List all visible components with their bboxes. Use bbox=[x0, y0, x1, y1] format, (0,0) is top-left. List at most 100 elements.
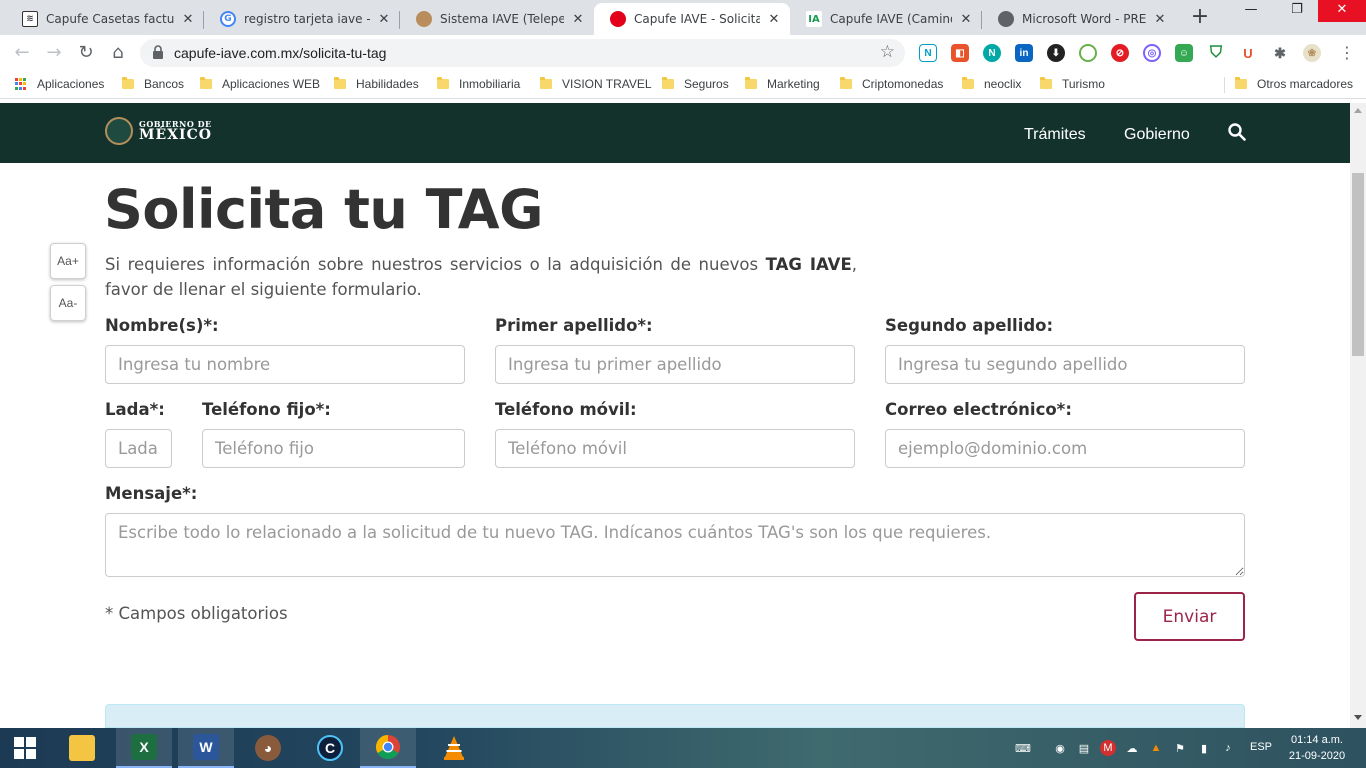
taskbar-gimp[interactable]: ◕ bbox=[240, 728, 296, 768]
scroll-down-arrow[interactable] bbox=[1354, 715, 1362, 720]
language-indicator[interactable]: ESP bbox=[1250, 741, 1272, 753]
linkedin-extension-icon[interactable]: in bbox=[1015, 44, 1033, 62]
word-icon: W bbox=[193, 734, 219, 760]
antivirus-icon[interactable]: M bbox=[1100, 740, 1116, 756]
close-tab-icon[interactable]: ✕ bbox=[958, 12, 974, 27]
close-window-button[interactable]: ✕ bbox=[1318, 0, 1366, 22]
seal-icon bbox=[105, 117, 133, 145]
telefono-fijo-input[interactable] bbox=[202, 429, 465, 468]
lada-input[interactable] bbox=[105, 429, 172, 468]
browser-tab-2[interactable]: Sistema IAVE (Telepeaje) ✕ bbox=[400, 3, 594, 35]
bookmark-folder-vision-travel[interactable]: VISION TRAVEL bbox=[540, 77, 652, 91]
taskbar-ccleaner[interactable]: C bbox=[302, 728, 358, 768]
nav-tramites[interactable]: Trámites bbox=[1024, 126, 1086, 144]
u-extension-icon[interactable]: U bbox=[1239, 44, 1257, 62]
system-clock[interactable]: 01:14 a.m. 21-09-2020 bbox=[1282, 732, 1352, 764]
google-icon: G bbox=[220, 11, 236, 27]
browser-tab-5[interactable]: Microsoft Word - PREGU ✕ bbox=[982, 3, 1176, 35]
font-decrease-button[interactable]: Aa- bbox=[50, 285, 86, 321]
bookmark-star-icon[interactable]: ☆ bbox=[880, 42, 895, 62]
browser-tab-0[interactable]: ≋ Capufe Casetas factur ✕ bbox=[6, 3, 204, 35]
close-tab-icon[interactable]: ✕ bbox=[570, 12, 586, 27]
tray-app-icon[interactable]: ◉ bbox=[1052, 740, 1068, 756]
tab-title: Capufe IAVE (Caminos y bbox=[830, 12, 952, 26]
volume-icon[interactable]: ♪ bbox=[1220, 740, 1236, 756]
extension-icon[interactable]: ◧ bbox=[951, 44, 969, 62]
vlc-icon bbox=[444, 736, 464, 760]
folder-icon bbox=[962, 77, 974, 89]
battery-icon[interactable]: ▮ bbox=[1196, 740, 1212, 756]
bookmark-folder-seguros[interactable]: Seguros bbox=[662, 77, 729, 91]
correo-label: Correo electrónico*: bbox=[885, 400, 1072, 419]
browser-tab-1[interactable]: G registro tarjeta iave - Bus ✕ bbox=[204, 3, 400, 35]
profile-avatar-icon[interactable]: ❀ bbox=[1303, 44, 1321, 62]
n-extension-icon[interactable]: N bbox=[919, 44, 937, 62]
browser-tab-3[interactable]: Capufe IAVE - Solicita tu ✕ bbox=[594, 3, 790, 35]
intro-text: Si requieres información sobre nuestros … bbox=[105, 252, 857, 302]
restore-button[interactable]: ❐ bbox=[1274, 0, 1320, 22]
nombre-input[interactable] bbox=[105, 345, 465, 384]
bookmark-folder-marketing[interactable]: Marketing bbox=[745, 77, 820, 91]
bookmark-folder-otros[interactable]: Otros marcadores bbox=[1235, 77, 1353, 91]
mensaje-textarea[interactable] bbox=[105, 513, 1245, 577]
bookmark-folder-criptomonedas[interactable]: Criptomonedas bbox=[840, 77, 943, 91]
back-button[interactable]: ← bbox=[10, 41, 34, 65]
iave-icon bbox=[416, 11, 432, 27]
close-tab-icon[interactable]: ✕ bbox=[180, 12, 196, 27]
browser-tab-4[interactable]: IA Capufe IAVE (Caminos y ✕ bbox=[790, 3, 982, 35]
minimize-button[interactable]: — bbox=[1228, 0, 1274, 22]
bookmark-folder-turismo[interactable]: Turismo bbox=[1040, 77, 1105, 91]
new-tab-button[interactable]: + bbox=[1188, 6, 1212, 30]
font-increase-button[interactable]: Aa+ bbox=[50, 243, 86, 279]
puzzle-extensions-icon[interactable]: ✱ bbox=[1271, 44, 1289, 62]
gobierno-mexico-logo[interactable]: GOBIERNO DE MÉXICO bbox=[105, 117, 212, 145]
green-extension-icon[interactable]: ☺ bbox=[1175, 44, 1193, 62]
circle-extension-icon[interactable]: ◎ bbox=[1143, 44, 1161, 62]
bookmark-apps[interactable]: Aplicaciones bbox=[15, 77, 104, 91]
primer-apellido-input[interactable] bbox=[495, 345, 855, 384]
close-tab-icon[interactable]: ✕ bbox=[1152, 12, 1168, 27]
blocker-extension-icon[interactable]: ⊘ bbox=[1111, 44, 1129, 62]
enviar-button[interactable]: Enviar bbox=[1134, 592, 1245, 641]
loading-extension-icon[interactable] bbox=[1079, 44, 1097, 62]
correo-input[interactable] bbox=[885, 429, 1245, 468]
address-bar[interactable]: capufe-iave.com.mx/solicita-tu-tag ☆ bbox=[140, 39, 905, 67]
start-button[interactable] bbox=[0, 728, 50, 768]
taskbar-chrome[interactable] bbox=[360, 728, 416, 768]
taskbar-excel[interactable]: X bbox=[116, 728, 172, 768]
reload-button[interactable]: ↻ bbox=[74, 41, 98, 65]
scrollbar-thumb[interactable] bbox=[1352, 173, 1364, 356]
bookmark-folder-aplicaciones-web[interactable]: Aplicaciones WEB bbox=[200, 77, 320, 91]
home-button[interactable]: ⌂ bbox=[106, 41, 130, 65]
close-tab-icon[interactable]: ✕ bbox=[376, 12, 392, 27]
segundo-apellido-input[interactable] bbox=[885, 345, 1245, 384]
url-text[interactable]: capufe-iave.com.mx/solicita-tu-tag bbox=[174, 45, 386, 61]
forward-button[interactable]: → bbox=[42, 41, 66, 65]
taskbar-word[interactable]: W bbox=[178, 728, 234, 768]
logo-line-2: MÉXICO bbox=[139, 127, 212, 143]
bookmark-folder-habilidades[interactable]: Habilidades bbox=[334, 77, 419, 91]
page-title: Solicita tu TAG bbox=[104, 178, 543, 241]
onedrive-icon[interactable]: ☁ bbox=[1124, 740, 1140, 756]
browser-tabstrip: ≋ Capufe Casetas factur ✕ G registro tar… bbox=[0, 0, 1366, 35]
bookmark-folder-bancos[interactable]: Bancos bbox=[122, 77, 184, 91]
shield-extension-icon[interactable]: ⛉ bbox=[1207, 44, 1225, 62]
bookmark-folder-neoclix[interactable]: neoclix bbox=[962, 77, 1021, 91]
taskbar-file-explorer[interactable] bbox=[54, 728, 110, 768]
page-scrollbar[interactable] bbox=[1350, 103, 1366, 728]
bookmark-folder-inmobiliaria[interactable]: Inmobiliaria bbox=[437, 77, 520, 91]
network-icon[interactable]: ▤ bbox=[1076, 740, 1092, 756]
neoclix-extension-icon[interactable]: N bbox=[983, 44, 1001, 62]
vlc-tray-icon[interactable]: ▲ bbox=[1148, 740, 1164, 756]
taskbar-vlc[interactable] bbox=[426, 728, 482, 768]
flag-icon[interactable]: ⚑ bbox=[1172, 740, 1188, 756]
nav-gobierno[interactable]: Gobierno bbox=[1124, 126, 1190, 144]
telefono-movil-input[interactable] bbox=[495, 429, 855, 468]
close-tab-icon[interactable]: ✕ bbox=[766, 12, 782, 27]
telefono-fijo-label: Teléfono fijo*: bbox=[202, 400, 331, 419]
scroll-up-arrow[interactable] bbox=[1354, 108, 1362, 113]
touch-keyboard-icon[interactable]: ⌨ bbox=[1008, 740, 1038, 756]
menu-kebab-icon[interactable]: ⋮ bbox=[1335, 41, 1359, 65]
download-extension-icon[interactable]: ⬇ bbox=[1047, 44, 1065, 62]
search-icon[interactable] bbox=[1228, 123, 1246, 141]
